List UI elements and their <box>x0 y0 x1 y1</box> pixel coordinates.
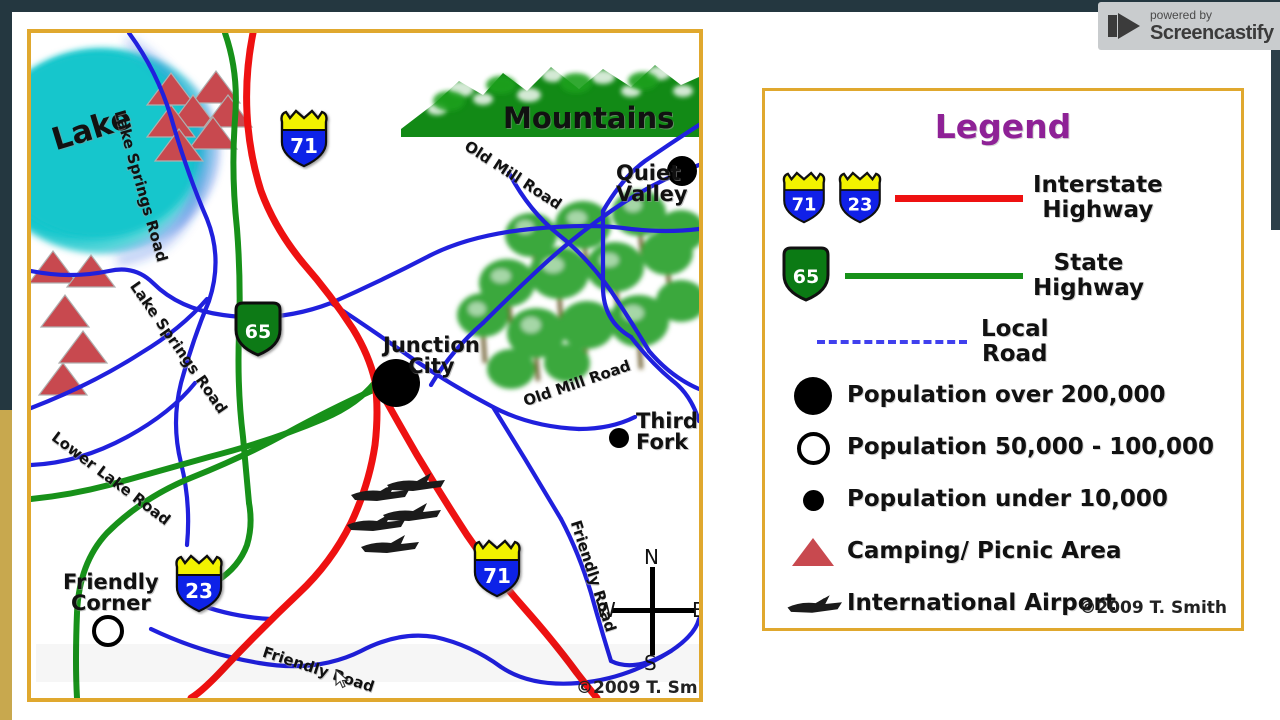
legend-airport-label: International Airport <box>847 590 1116 617</box>
map-shield-interstate-71-south[interactable]: 71 <box>469 538 525 605</box>
junction-city-line1: Junction <box>383 333 480 357</box>
legend-entry-interstate-highway: 71 23 Interstate Highway <box>779 158 1227 238</box>
play-button-icon <box>1108 11 1142 41</box>
legend-population-medium-label: Population 50,000 - 100,000 <box>847 434 1215 461</box>
shield-number-71b: 71 <box>483 564 511 588</box>
map-canvas[interactable]: Lake Mountains Quiet Valley Junction Cit… <box>31 33 699 698</box>
legend-population-large-label: Population over 200,000 <box>847 382 1166 409</box>
map-label-mountains: Mountains <box>503 101 675 135</box>
city-dot-friendly-corner <box>92 615 124 647</box>
legend-entry-population-large: Population over 200,000 <box>779 370 1227 422</box>
compass-west-label: W <box>596 598 616 622</box>
legend-entry-state-highway: 65 State Highway <box>779 238 1227 314</box>
shield-number-71a: 71 <box>290 134 318 158</box>
legend-state-shield: 65 <box>779 243 833 310</box>
window-chrome-left <box>0 12 12 410</box>
map-label-junction-city: Junction City <box>383 335 480 377</box>
state-label-line1: State <box>1053 249 1124 276</box>
legend-interstate-label: Interstate Highway <box>1033 171 1163 224</box>
shield-number-65: 65 <box>245 321 271 343</box>
third-fork-line2: Fork <box>636 430 689 454</box>
forest-trees <box>457 190 699 389</box>
screenshot-root: powered by Screencastify Lake Mountains … <box>0 0 1280 720</box>
legend-entry-population-small: Population under 10,000 <box>779 474 1227 526</box>
interstate-label-line1: Interstate <box>1033 171 1163 198</box>
legend-entry-camping: Camping/ Picnic Area <box>779 526 1227 578</box>
map-shield-interstate-23[interactable]: 23 <box>171 553 227 620</box>
local-road-label-line2: Road <box>982 341 1048 367</box>
map-label-friendly-corner: Friendly Corner <box>63 572 159 614</box>
map-label-quiet-valley: Quiet Valley <box>616 163 688 205</box>
map-copyright: ©2009 T. Smith <box>576 678 699 698</box>
interstate-line-sample <box>895 194 1023 202</box>
interstate-shield-icon: 71 <box>782 171 826 224</box>
map-shield-state-65[interactable]: 65 <box>231 298 285 365</box>
legend-camping-label: Camping/ Picnic Area <box>847 538 1122 565</box>
compass-south-label: S <box>644 651 657 675</box>
friendly-corner-line1: Friendly <box>63 570 159 594</box>
window-chrome-top <box>0 0 1280 12</box>
small-filled-circle-icon <box>779 489 847 511</box>
legend-panel: Legend 71 23 Interstate Highway 65 State… <box>762 88 1244 631</box>
interstate-label-line2: Highway <box>1042 197 1154 223</box>
airport-planes <box>347 473 445 553</box>
map-label-third-fork: Third Fork <box>636 411 698 453</box>
map-shield-interstate-71-north[interactable]: 71 <box>276 108 332 175</box>
third-fork-line1: Third <box>636 409 698 433</box>
legend-state-highway-label: State Highway <box>1033 249 1145 302</box>
legend-entry-local-road: Local Road <box>779 314 1227 370</box>
legend-shield-number-65: 65 <box>793 266 819 288</box>
compass-east-label: E <box>692 598 699 622</box>
interstate-shield-icon: 23 <box>838 171 882 224</box>
local-road-line-sample <box>817 340 967 344</box>
shield-number-23: 23 <box>185 579 213 603</box>
hollow-circle-icon <box>779 431 847 465</box>
legend-shield-number-71: 71 <box>792 195 817 216</box>
legend-entry-population-medium: Population 50,000 - 100,000 <box>779 422 1227 474</box>
screencastify-watermark: powered by Screencastify <box>1098 2 1280 50</box>
legend-population-small-label: Population under 10,000 <box>847 486 1168 513</box>
city-dot-third-fork <box>609 428 629 448</box>
legend-local-road-label: Local Road <box>981 315 1049 368</box>
watermark-powered-label: powered by <box>1150 8 1213 22</box>
compass-north-label: N <box>644 545 659 569</box>
legend-interstate-shields: 71 23 <box>779 169 885 227</box>
legend-copyright: ©2009 T. Smith <box>1079 598 1227 618</box>
watermark-brand: Screencastify <box>1150 22 1274 44</box>
large-filled-circle-icon <box>779 377 847 415</box>
state-highway-line-sample <box>845 273 1023 279</box>
map-panel[interactable]: Lake Mountains Quiet Valley Junction Cit… <box>27 29 703 702</box>
legend-title: Legend <box>934 107 1072 146</box>
quiet-valley-line2: Valley <box>616 182 688 206</box>
state-shield-icon: 65 <box>782 246 830 302</box>
mouse-cursor <box>335 669 349 689</box>
friendly-corner-line2: Corner <box>70 591 151 615</box>
airplane-icon <box>779 591 847 617</box>
local-road-label-line1: Local <box>981 315 1049 342</box>
red-triangle-icon <box>779 538 847 566</box>
quiet-valley-line1: Quiet <box>616 161 681 185</box>
window-chrome-left-lower <box>0 410 12 720</box>
legend-shield-number-23: 23 <box>848 195 873 216</box>
compass-rose: N S W E <box>596 545 699 675</box>
state-label-line2: Highway <box>1033 275 1145 301</box>
junction-city-line2: City <box>408 354 455 378</box>
window-chrome-right <box>1271 30 1280 230</box>
